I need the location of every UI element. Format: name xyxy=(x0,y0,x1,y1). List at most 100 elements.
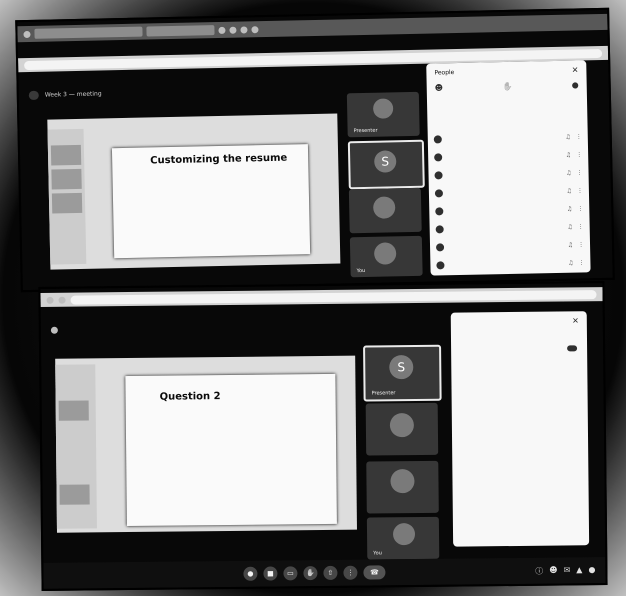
participant-name xyxy=(448,209,562,211)
avatar xyxy=(434,171,443,180)
avatar xyxy=(434,153,443,162)
participant-name xyxy=(447,155,561,157)
meeting-header: Week 3 — meeting xyxy=(19,84,102,104)
slide: Customizing the resume xyxy=(111,144,311,259)
slide-title: Question 2 xyxy=(159,391,221,403)
mic-icon[interactable]: ♫ xyxy=(566,169,572,176)
side-controls: ⓘ ☻ ✉ ▲ ● xyxy=(535,565,595,577)
back-icon[interactable] xyxy=(46,296,54,304)
participant-name xyxy=(448,173,562,175)
slide-thumbnail[interactable] xyxy=(51,168,82,190)
activities-icon[interactable]: ▲ xyxy=(576,565,582,576)
avatar xyxy=(435,207,444,216)
shared-screen: Customizing the resume xyxy=(47,113,341,270)
meeting-header xyxy=(41,321,64,339)
participant-tile-active[interactable]: S xyxy=(347,139,425,190)
tab-icon[interactable] xyxy=(251,25,259,33)
chat-icon[interactable]: ✉ xyxy=(564,565,571,576)
mic-icon[interactable]: ♫ xyxy=(568,241,574,248)
mic-icon[interactable]: ♫ xyxy=(568,259,574,266)
raise-hand-icon[interactable]: ✋ xyxy=(303,566,318,581)
lock-icon[interactable]: ● xyxy=(588,565,595,576)
participant-row[interactable]: ♫ ⋮ xyxy=(435,202,583,217)
add-people-icon[interactable]: ☻ xyxy=(435,83,444,92)
tile-name: Presenter xyxy=(371,390,396,397)
tile-name: Presenter xyxy=(353,127,378,135)
meeting-pill[interactable] xyxy=(28,90,39,100)
captions-icon[interactable]: ▭ xyxy=(283,566,298,581)
mic-icon[interactable]: ♫ xyxy=(567,205,573,212)
people-icon[interactable]: ☻ xyxy=(549,565,557,576)
slide-title: Customizing the resume xyxy=(150,152,288,167)
slide-thumbnails xyxy=(47,128,87,265)
more-icon[interactable]: ⋮ xyxy=(578,241,584,248)
tab-icon[interactable] xyxy=(229,26,237,34)
participant-name xyxy=(447,137,561,139)
avatar xyxy=(390,469,415,494)
bottom-monitor: Question 2 S Presenter You ✕ ● ■ ▭ ✋ ⇧ ⋮… xyxy=(38,281,608,591)
more-icon[interactable]: ⋮ xyxy=(576,151,582,158)
participant-tile[interactable]: Presenter xyxy=(346,91,420,138)
participant-row[interactable]: ♫ ⋮ xyxy=(434,184,583,199)
participant-tile[interactable] xyxy=(366,460,439,514)
slide: Question 2 xyxy=(125,373,337,527)
participant-name xyxy=(449,245,563,247)
info-icon[interactable]: ⓘ xyxy=(535,565,543,576)
participant-tile-self[interactable]: You xyxy=(366,516,440,560)
meeting-controls: ● ■ ▭ ✋ ⇧ ⋮ ☎ xyxy=(243,565,386,581)
slide-thumbnail[interactable] xyxy=(58,400,89,421)
participant-name xyxy=(448,191,562,193)
hand-icon[interactable]: ✋ xyxy=(502,82,512,91)
participant-row[interactable]: ♫ ⋮ xyxy=(435,238,584,253)
avatar xyxy=(373,242,397,265)
camera-icon[interactable]: ■ xyxy=(263,566,278,581)
mic-icon[interactable]: ♫ xyxy=(566,151,572,158)
tab-icon[interactable] xyxy=(240,25,248,34)
people-panel: People ✕ ☻ ✋ ● ♫ ⋮ ♫ ⋮ ♫ ⋮ ♫ ⋮ ♫ ⋮ ♫ ⋮ ♫ ⋮ ♫ ⋮ xyxy=(426,60,591,276)
more-icon[interactable]: ⋮ xyxy=(578,223,584,230)
mic-icon[interactable]: ♫ xyxy=(567,223,573,230)
tab-icon[interactable] xyxy=(218,26,226,34)
participant-tile-active[interactable]: S Presenter xyxy=(363,344,442,402)
more-icon[interactable]: ⋮ xyxy=(577,205,583,212)
end-call-icon[interactable]: ☎ xyxy=(363,565,386,580)
avatar xyxy=(435,243,445,252)
mic-off-icon[interactable]: ● xyxy=(572,80,579,89)
more-icon[interactable]: ⋮ xyxy=(578,259,584,266)
tile-name: You xyxy=(373,550,382,557)
panel-toggle[interactable] xyxy=(567,345,578,352)
slide-thumbnail[interactable] xyxy=(59,484,90,505)
browser-tab[interactable] xyxy=(146,25,215,37)
avatar xyxy=(435,225,444,234)
mic-icon[interactable]: ♫ xyxy=(565,133,571,140)
panel-actions: ☻ ✋ ● xyxy=(435,80,579,92)
browser-tab[interactable] xyxy=(34,26,143,39)
search-icon[interactable] xyxy=(23,30,31,38)
mic-icon[interactable]: ♫ xyxy=(566,187,572,194)
more-icon[interactable]: ⋮ xyxy=(576,133,582,140)
participant-row[interactable]: ♫ ⋮ xyxy=(434,148,582,163)
more-icon[interactable]: ⋮ xyxy=(576,169,582,176)
shared-screen: Question 2 xyxy=(55,355,357,533)
participant-name xyxy=(449,227,563,229)
more-icon[interactable]: ⋮ xyxy=(577,187,583,194)
close-icon[interactable]: ✕ xyxy=(572,316,579,325)
avatar xyxy=(434,189,444,198)
slide-thumbnail[interactable] xyxy=(50,144,82,166)
participant-row[interactable]: ♫ ⋮ xyxy=(434,166,583,181)
participant-row[interactable]: ♫ ⋮ xyxy=(436,256,584,271)
participant-row[interactable]: ♫ ⋮ xyxy=(435,220,584,235)
participant-tile[interactable] xyxy=(348,187,422,234)
present-icon[interactable]: ⇧ xyxy=(323,565,338,581)
reload-icon[interactable] xyxy=(58,296,66,304)
participant-tile[interactable] xyxy=(365,402,439,456)
participant-tile-self[interactable]: You xyxy=(349,235,423,278)
mic-icon[interactable]: ● xyxy=(243,566,258,581)
close-icon[interactable]: ✕ xyxy=(572,65,579,74)
browser-tab-strip xyxy=(17,13,608,43)
meeting-title: Week 3 — meeting xyxy=(44,89,102,99)
participant-row[interactable]: ♫ ⋮ xyxy=(433,130,582,145)
url-field[interactable] xyxy=(70,289,597,305)
more-icon[interactable]: ⋮ xyxy=(343,565,358,580)
slide-thumbnail[interactable] xyxy=(51,192,83,214)
